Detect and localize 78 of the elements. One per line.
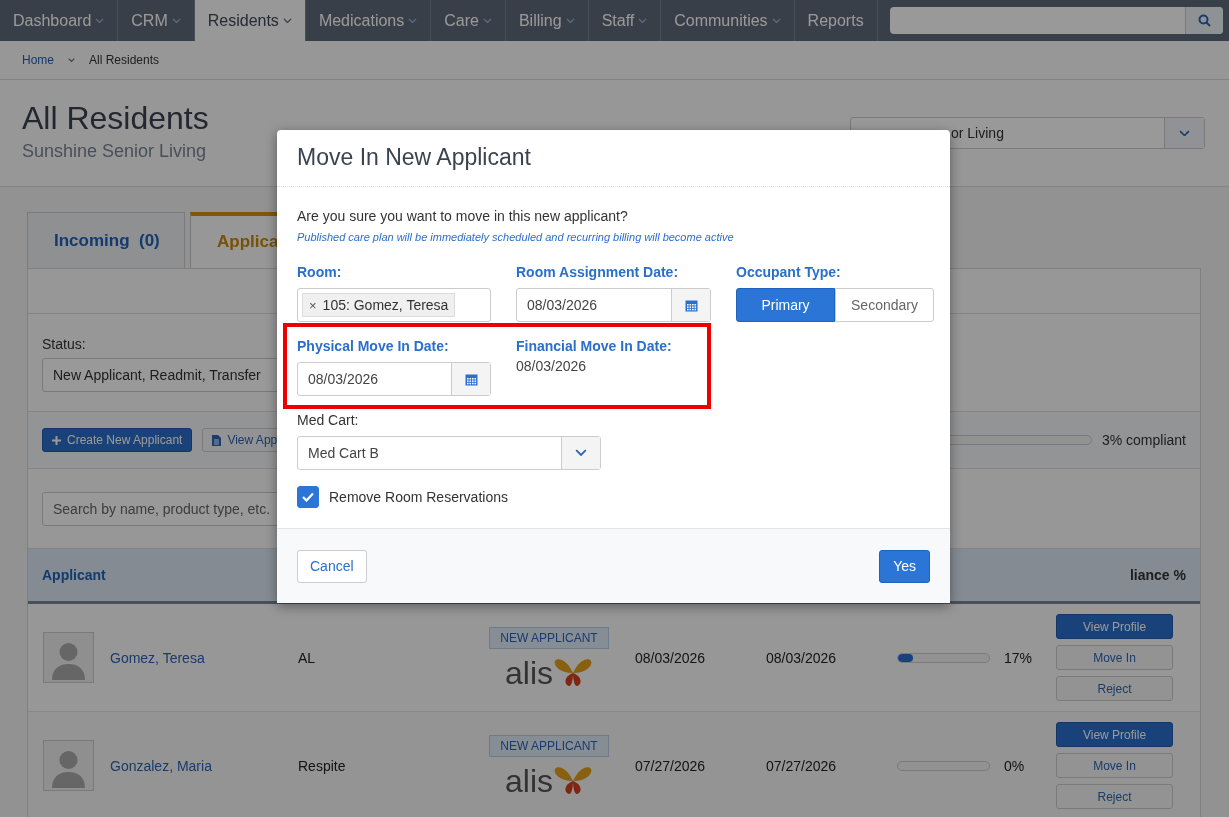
document-icon <box>212 434 222 446</box>
yes-button[interactable]: Yes <box>879 549 930 583</box>
logo-text: alis <box>505 656 553 689</box>
chevron-down-icon <box>95 17 105 24</box>
nav-item[interactable]: Dashboard <box>0 0 119 41</box>
breadcrumb-current: All Residents <box>89 53 160 67</box>
field-label: Room: <box>297 264 343 280</box>
chevron-down-icon <box>575 449 587 457</box>
segment-button[interactable]: Secondary <box>835 288 934 322</box>
breadcrumb-link[interactable]: Home <box>22 53 54 67</box>
table-cell-text: Respite <box>298 757 347 774</box>
nav-item[interactable]: Staff <box>588 0 662 41</box>
action-button[interactable]: Reject <box>1056 676 1173 701</box>
chevron-down-icon <box>482 17 492 24</box>
checkbox[interactable] <box>297 486 319 508</box>
chevron-down-icon <box>771 17 781 24</box>
segment-button[interactable]: Primary <box>736 288 835 322</box>
room-tag: × 105: Gomez, Teresa <box>302 293 456 317</box>
nav-item[interactable]: Residents <box>194 0 306 41</box>
field-value: 08/03/2026 <box>516 358 588 374</box>
chevron-down-icon <box>408 17 418 24</box>
remove-tag-button[interactable]: × <box>309 297 317 313</box>
chevron-down-icon <box>282 17 292 24</box>
nav-item[interactable]: Billing <box>505 0 589 41</box>
logo-text: alis <box>505 764 553 797</box>
field-label: Med Cart: <box>297 412 360 428</box>
calendar-icon <box>684 298 698 312</box>
nav-item[interactable]: Care <box>431 0 506 41</box>
action-button[interactable]: Move In <box>1056 645 1173 670</box>
applicant-name-link[interactable]: Gomez, Teresa <box>94 649 298 666</box>
column-header[interactable]: liance % <box>1129 567 1186 583</box>
table-cell-text: 07/27/2026 <box>635 757 707 774</box>
field-label: Financial Move In Date: <box>516 338 673 354</box>
table-cell-text: 07/27/2026 <box>766 757 838 774</box>
nav-item[interactable]: Reports <box>794 0 878 41</box>
status-badge: NEW APPLICANT <box>489 734 609 757</box>
chevron-down-icon <box>638 17 648 24</box>
status-label: Status: <box>42 336 86 352</box>
tab[interactable]: Incoming (0) <box>27 212 185 268</box>
create-applicant-button[interactable]: Create New Applicant <box>42 428 193 452</box>
table-cell-text: 0% <box>1003 757 1026 774</box>
nav-item[interactable]: Medications <box>305 0 432 41</box>
action-button[interactable]: View Profile <box>1056 722 1173 747</box>
nav-item[interactable]: CRM <box>118 0 195 41</box>
confirm-question: Are you sure you want to move in this new applicant? <box>297 208 629 224</box>
cancel-button[interactable]: Cancel <box>297 549 367 583</box>
page-subtitle: Sunshine Senior Living <box>22 141 208 162</box>
field-label: Occupant Type: <box>736 264 842 280</box>
table-cell-text: 08/03/2026 <box>766 649 838 666</box>
column-header[interactable]: Applicant <box>42 567 106 583</box>
chevron-down-icon <box>565 17 575 24</box>
date-field[interactable]: 08/03/2026 <box>297 362 491 396</box>
action-button[interactable]: Move In <box>1056 753 1173 778</box>
field-label: Physical Move In Date: <box>297 338 450 354</box>
compliance-reading: 3% compliant <box>1101 432 1186 448</box>
search-icon <box>1198 14 1211 27</box>
page-title: All Residents <box>22 100 209 137</box>
status-badge: NEW APPLICANT <box>489 626 609 649</box>
room-field[interactable]: × 105: Gomez, Teresa <box>297 288 491 322</box>
plus-icon <box>52 435 61 445</box>
applicant-name-link[interactable]: Gonzalez, Maria <box>94 757 298 774</box>
action-button[interactable]: Reject <box>1056 784 1173 809</box>
table-cell-text: 17% <box>1003 649 1034 666</box>
chevron-right-icon <box>68 57 75 63</box>
chevron-down-icon <box>1179 129 1190 137</box>
modal-title: Move In New Applicant <box>297 144 532 171</box>
field-label: Room Assignment Date: <box>516 264 680 280</box>
nav-item[interactable]: Communities <box>661 0 795 41</box>
check-icon <box>302 492 314 502</box>
chevron-down-icon <box>171 17 181 24</box>
table-cell-text: 08/03/2026 <box>635 649 707 666</box>
table-cell-text: AL <box>298 649 317 666</box>
action-button[interactable]: View Profile <box>1056 614 1173 639</box>
info-note: Published care plan will be immediately scheduled and recurring billing will become active <box>297 231 735 243</box>
search-field[interactable] <box>889 7 1223 34</box>
med-cart-select[interactable]: Med Cart B <box>297 436 601 470</box>
date-field[interactable]: 08/03/2026 <box>516 288 711 322</box>
calendar-icon <box>464 372 478 386</box>
